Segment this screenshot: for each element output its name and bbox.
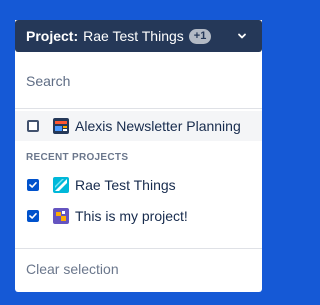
- list-item-rae-test-things[interactable]: Rae Test Things: [15, 170, 262, 200]
- checkmark-icon: [29, 182, 37, 188]
- my-project-icon: [53, 208, 69, 224]
- newsletter-project-icon: [53, 118, 69, 134]
- divider: [15, 248, 262, 249]
- list-item-label: This is my project!: [75, 208, 188, 224]
- chevron-down-icon: [238, 33, 246, 39]
- project-filter-button[interactable]: Project: Rae Test Things +1: [15, 20, 262, 52]
- project-filter-selected: Rae Test Things: [83, 28, 184, 44]
- clear-selection-link[interactable]: Clear selection: [26, 261, 119, 277]
- list-item-this-is-my-project[interactable]: This is my project!: [15, 201, 262, 231]
- search-input[interactable]: [26, 73, 246, 89]
- list-item-alexis-newsletter-planning[interactable]: Alexis Newsletter Planning: [15, 111, 262, 141]
- list-item-label: Rae Test Things: [75, 177, 176, 193]
- checkbox-checked[interactable]: [27, 179, 39, 191]
- checkbox-unchecked[interactable]: [27, 120, 39, 132]
- list-item-label: Alexis Newsletter Planning: [75, 118, 241, 134]
- search-box: [15, 66, 262, 96]
- project-filter-prefix: Project:: [26, 28, 79, 44]
- rae-test-project-icon: [53, 177, 69, 193]
- checkbox-checked[interactable]: [27, 210, 39, 222]
- checkmark-icon: [29, 213, 37, 219]
- divider: [15, 108, 262, 109]
- recent-projects-heading: RECENT PROJECTS: [26, 152, 129, 163]
- extra-count-badge: +1: [188, 28, 212, 44]
- project-filter-panel: Project: Rae Test Things +1 Alexis Newsl…: [15, 20, 262, 292]
